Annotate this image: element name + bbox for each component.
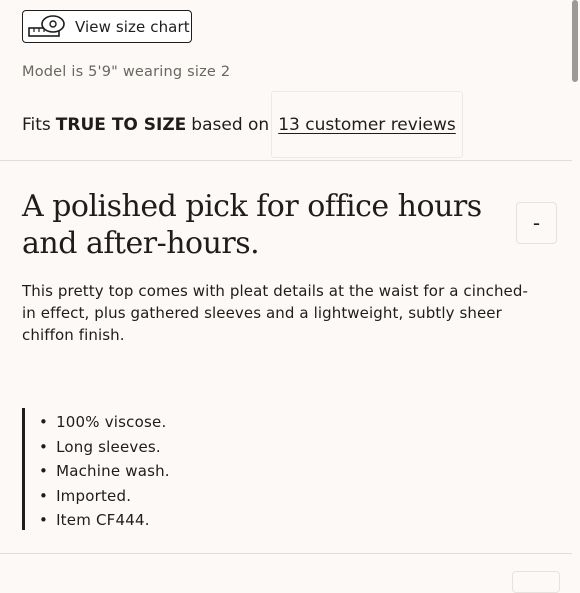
collapse-button[interactable]: - — [516, 202, 557, 244]
view-size-chart-label: View size chart — [75, 17, 190, 36]
fit-prefix: Fits — [22, 115, 51, 135]
detail-item: Long sleeves. — [39, 435, 170, 460]
fit-rating: Fits TRUE TO SIZE based on — [22, 115, 269, 135]
product-description: This pretty top comes with pleat details… — [22, 282, 529, 344]
product-details-list: 100% viscose. Long sleeves. Machine wash… — [22, 408, 322, 530]
customer-reviews-button[interactable]: 13 customer reviews — [271, 91, 463, 158]
next-section-toggle-button[interactable] — [512, 571, 560, 593]
detail-item: Imported. — [39, 484, 170, 509]
measuring-tape-icon — [27, 14, 67, 40]
detail-item: 100% viscose. — [39, 410, 170, 435]
section-divider — [0, 553, 572, 554]
fit-rating-value: TRUE TO SIZE — [55, 115, 187, 135]
minus-icon: - — [532, 211, 541, 235]
view-size-chart-button[interactable]: View size chart — [22, 10, 192, 43]
detail-item: Item CF444. — [39, 508, 170, 533]
fit-middle-text: based on — [191, 115, 270, 135]
scrollbar-thumb[interactable] — [572, 0, 578, 82]
section-divider — [0, 160, 572, 161]
model-info-text: Model is 5'9" wearing size 2 — [22, 64, 231, 80]
product-description-heading: A polished pick for office hours and aft… — [22, 189, 482, 261]
customer-reviews-link[interactable]: 13 customer reviews — [278, 115, 456, 135]
detail-item: Machine wash. — [39, 459, 170, 484]
